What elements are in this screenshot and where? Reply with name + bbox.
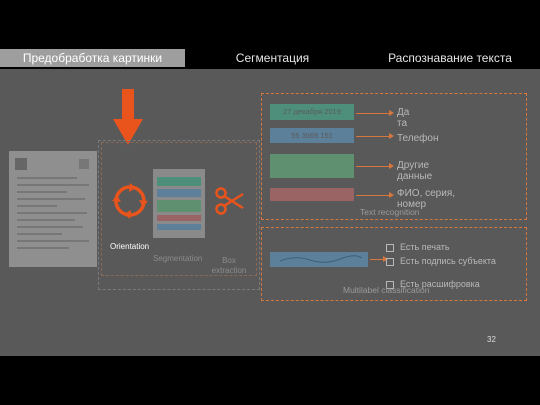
multilabel-title: Multilabel classification xyxy=(343,285,430,295)
arrow-phone xyxy=(356,133,394,139)
field-label-phone: Телефон xyxy=(397,133,439,144)
check-signature: Есть подпись субъекта xyxy=(386,256,506,266)
tab-preprocessing[interactable]: Предобработка картинки xyxy=(0,49,185,67)
field-crop-other xyxy=(270,154,354,178)
check-stamp: Есть печать xyxy=(386,242,450,252)
scissors-icon xyxy=(215,187,244,215)
stage-tabs: Предобработка картинки Сегментация Распо… xyxy=(0,49,540,67)
orientation-label: Orientation xyxy=(110,242,150,251)
checkbox-icon xyxy=(386,257,394,266)
source-document-image xyxy=(9,151,97,267)
page-number: 32 xyxy=(487,335,496,344)
tab-segmentation[interactable]: Сегментация xyxy=(185,49,360,67)
box-extraction-label: Box extraction xyxy=(211,256,247,275)
rotate-icon xyxy=(112,183,148,219)
segmented-document-image xyxy=(153,169,205,238)
slide: Предобработка картинки Сегментация Распо… xyxy=(0,0,540,405)
field-crop-date: 27 декабря 2019 xyxy=(270,104,354,120)
text-recognition-title: Text recognition xyxy=(360,207,420,217)
signature-icon xyxy=(279,255,363,263)
checkbox-icon xyxy=(386,243,394,252)
check-signature-label: Есть подпись субъекта xyxy=(400,256,496,266)
arrow-name xyxy=(356,192,394,198)
field-label-other: Другие данные xyxy=(397,160,433,182)
arrow-other xyxy=(356,163,394,169)
check-stamp-label: Есть печать xyxy=(400,242,450,252)
down-arrow-icon xyxy=(113,89,143,145)
field-crop-name xyxy=(270,188,354,201)
arrow-signature xyxy=(370,256,388,262)
tab-text-recognition[interactable]: Распознавание текста xyxy=(360,49,540,67)
field-crop-phone: 55 3569 151 xyxy=(270,128,354,143)
field-crop-signature xyxy=(270,252,368,267)
arrow-date xyxy=(356,110,394,116)
segmentation-label: Segmentation xyxy=(153,254,203,263)
field-label-date: Дата xyxy=(397,107,410,129)
